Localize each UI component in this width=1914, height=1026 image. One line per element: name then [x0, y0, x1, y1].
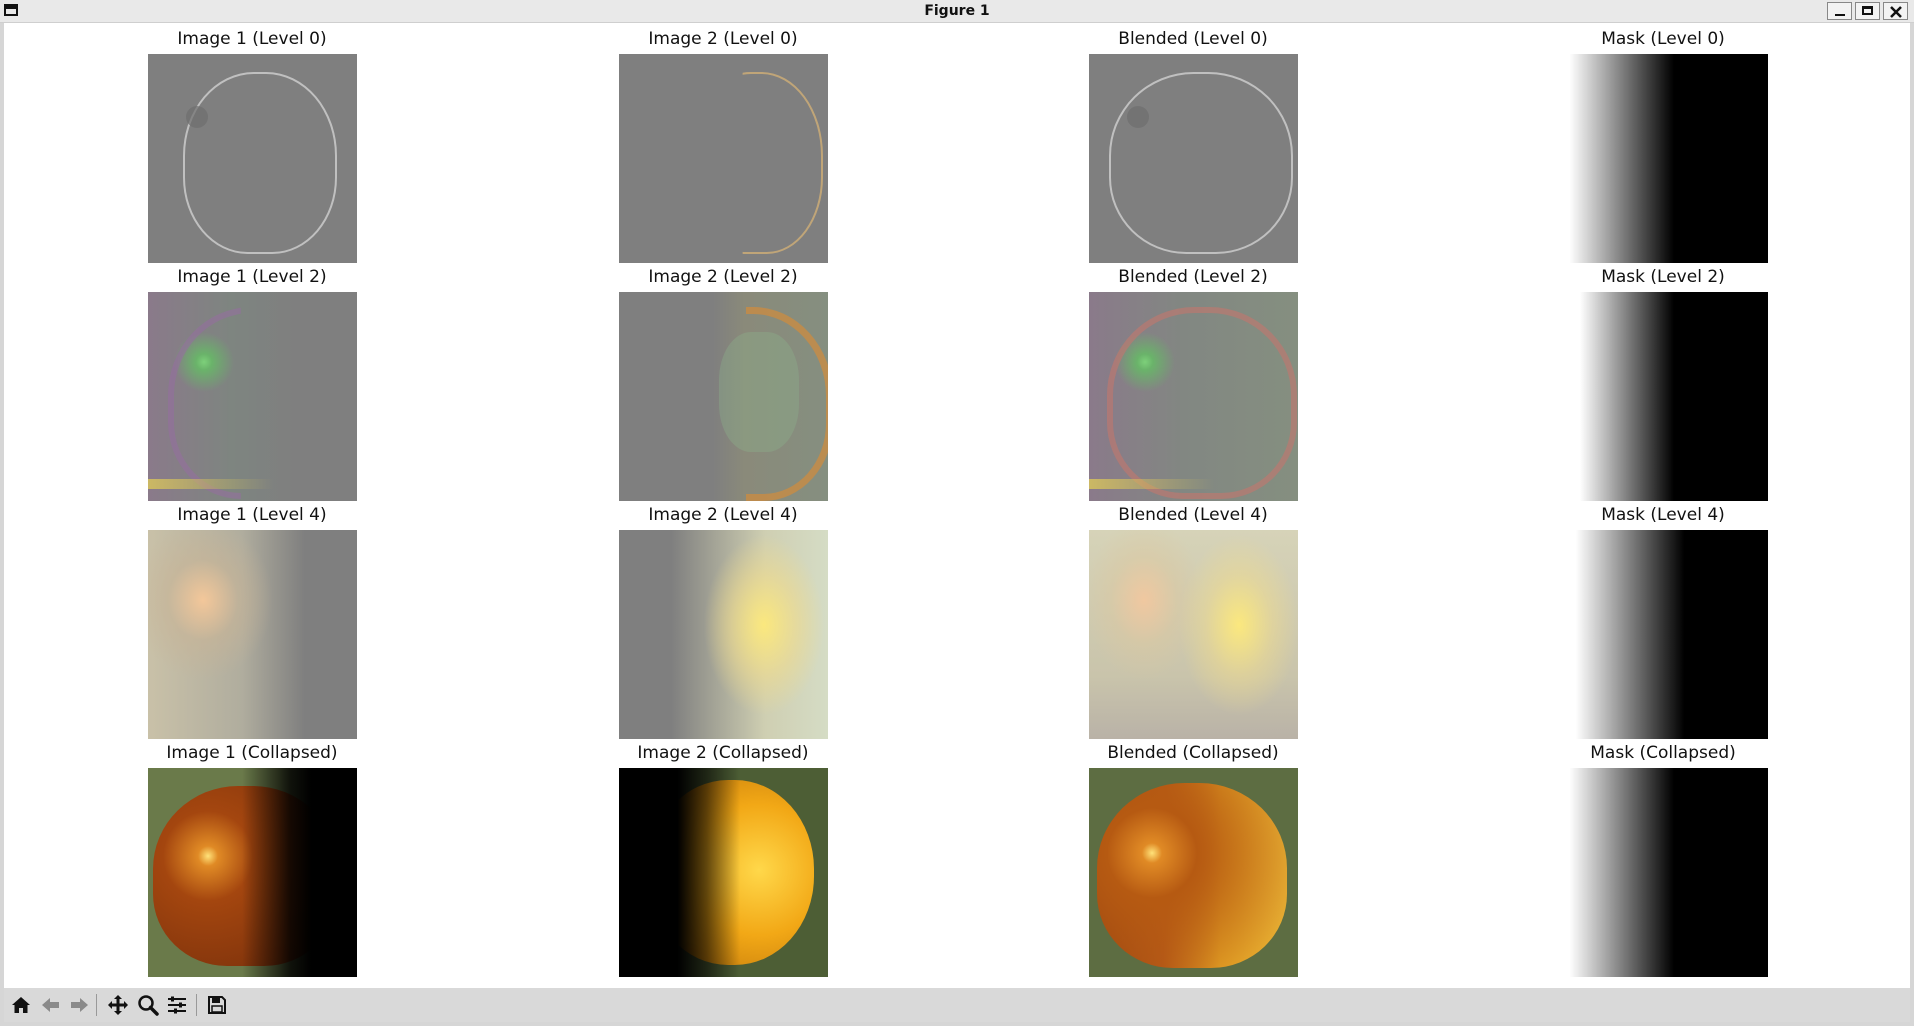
configure-subplots-icon[interactable] [166, 994, 188, 1016]
axes-title: Image 1 (Level 4) [177, 505, 327, 525]
toolbar-separator [96, 994, 97, 1016]
image1-level2-axes [148, 292, 357, 501]
axes-title: Image 1 (Collapsed) [166, 743, 338, 763]
image2-level4-axes [619, 530, 828, 739]
maximize-button[interactable] [1855, 2, 1880, 20]
image2-level0-axes [619, 54, 828, 263]
axes-title: Image 1 (Level 2) [177, 267, 327, 287]
axes-title: Image 1 (Level 0) [177, 29, 327, 49]
mask-level2-axes [1559, 292, 1768, 501]
blended-collapsed-axes [1089, 768, 1298, 977]
axes-title: Image 2 (Level 0) [648, 29, 798, 49]
image1-level4-axes [148, 530, 357, 739]
pan-icon[interactable] [107, 994, 129, 1016]
zoom-icon[interactable] [137, 994, 159, 1016]
window-titlebar[interactable]: Figure 1 [0, 0, 1914, 23]
axes-title: Image 2 (Level 4) [648, 505, 798, 525]
axes-title: Mask (Level 4) [1601, 505, 1725, 525]
blended-level2-axes [1089, 292, 1298, 501]
close-icon [1890, 6, 1902, 18]
blended-level4-axes [1089, 530, 1298, 739]
toolbar-separator [196, 994, 197, 1016]
axes-title: Mask (Collapsed) [1590, 743, 1736, 763]
axes-title: Image 2 (Collapsed) [637, 743, 809, 763]
image1-collapsed-axes [148, 768, 357, 977]
save-icon[interactable] [206, 994, 228, 1016]
mask-level0-axes [1559, 54, 1768, 263]
minimize-button[interactable] [1827, 2, 1852, 20]
navigation-toolbar [4, 988, 1910, 1022]
image2-collapsed-axes [619, 768, 828, 977]
axes-title: Blended (Level 0) [1118, 29, 1268, 49]
blended-level0-axes [1089, 54, 1298, 263]
home-icon[interactable] [10, 994, 32, 1016]
axes-title: Blended (Collapsed) [1107, 743, 1279, 763]
image2-level2-axes [619, 292, 828, 501]
close-button[interactable] [1883, 2, 1908, 20]
axes-title: Image 2 (Level 2) [648, 267, 798, 287]
axes-title: Blended (Level 4) [1118, 505, 1268, 525]
back-arrow-icon[interactable] [40, 994, 62, 1016]
axes-title: Mask (Level 0) [1601, 29, 1725, 49]
image1-level0-axes [148, 54, 357, 263]
mask-collapsed-axes [1559, 768, 1768, 977]
axes-title: Mask (Level 2) [1601, 267, 1725, 287]
forward-arrow-icon[interactable] [68, 994, 90, 1016]
mask-level4-axes [1559, 530, 1768, 739]
axes-title: Blended (Level 2) [1118, 267, 1268, 287]
window-title: Figure 1 [924, 3, 990, 19]
